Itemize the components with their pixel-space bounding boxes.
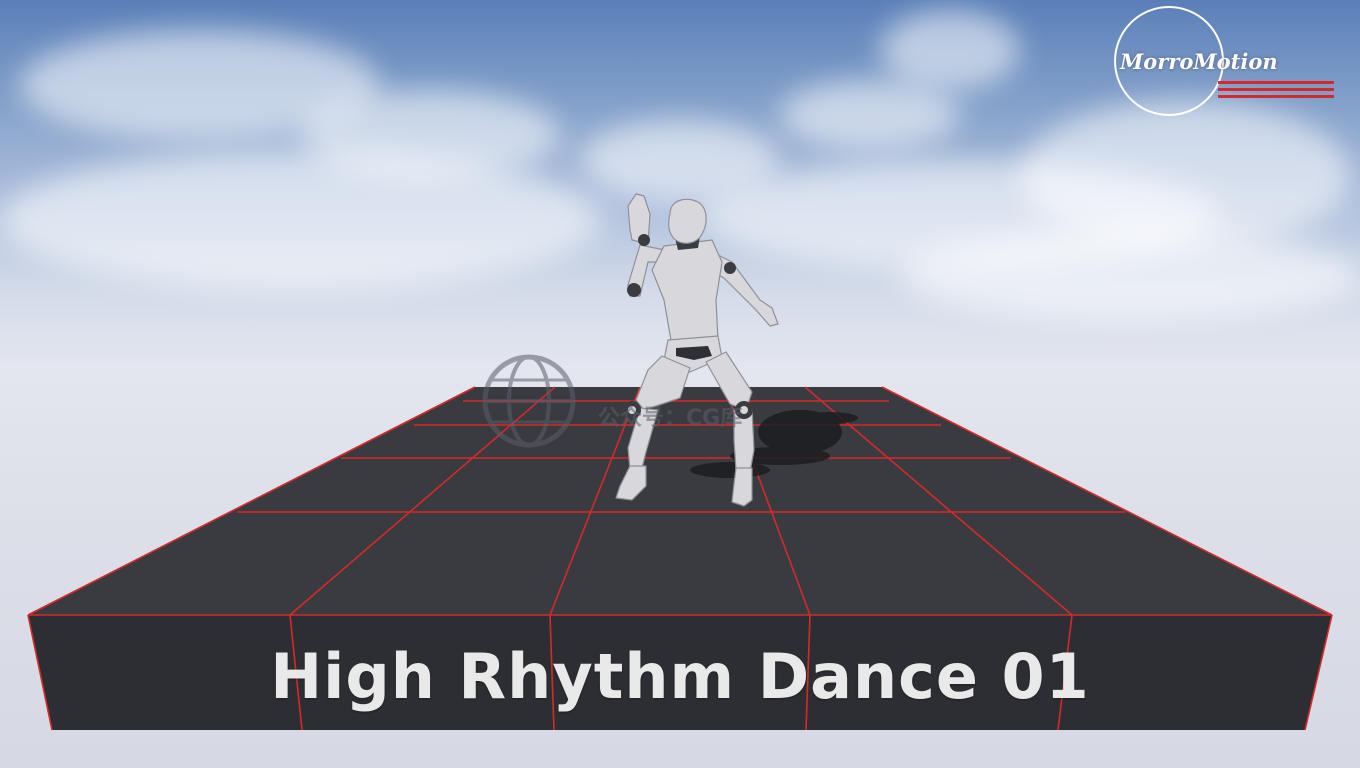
animation-title: High Rhythm Dance 01 (270, 640, 1090, 713)
morromotion-logo-icon: MorroMotion (1112, 6, 1342, 122)
watermark: 公众号：CG库 (482, 354, 862, 450)
logo-text: MorroMotion (1120, 49, 1278, 74)
logo-stripes (1218, 81, 1334, 102)
game-viewport: 公众号：CG库 MorroMotion High Rhythm Dance 01 (0, 0, 1360, 768)
watermark-text: 公众号：CG库 (598, 406, 743, 431)
globe-icon (482, 354, 576, 448)
